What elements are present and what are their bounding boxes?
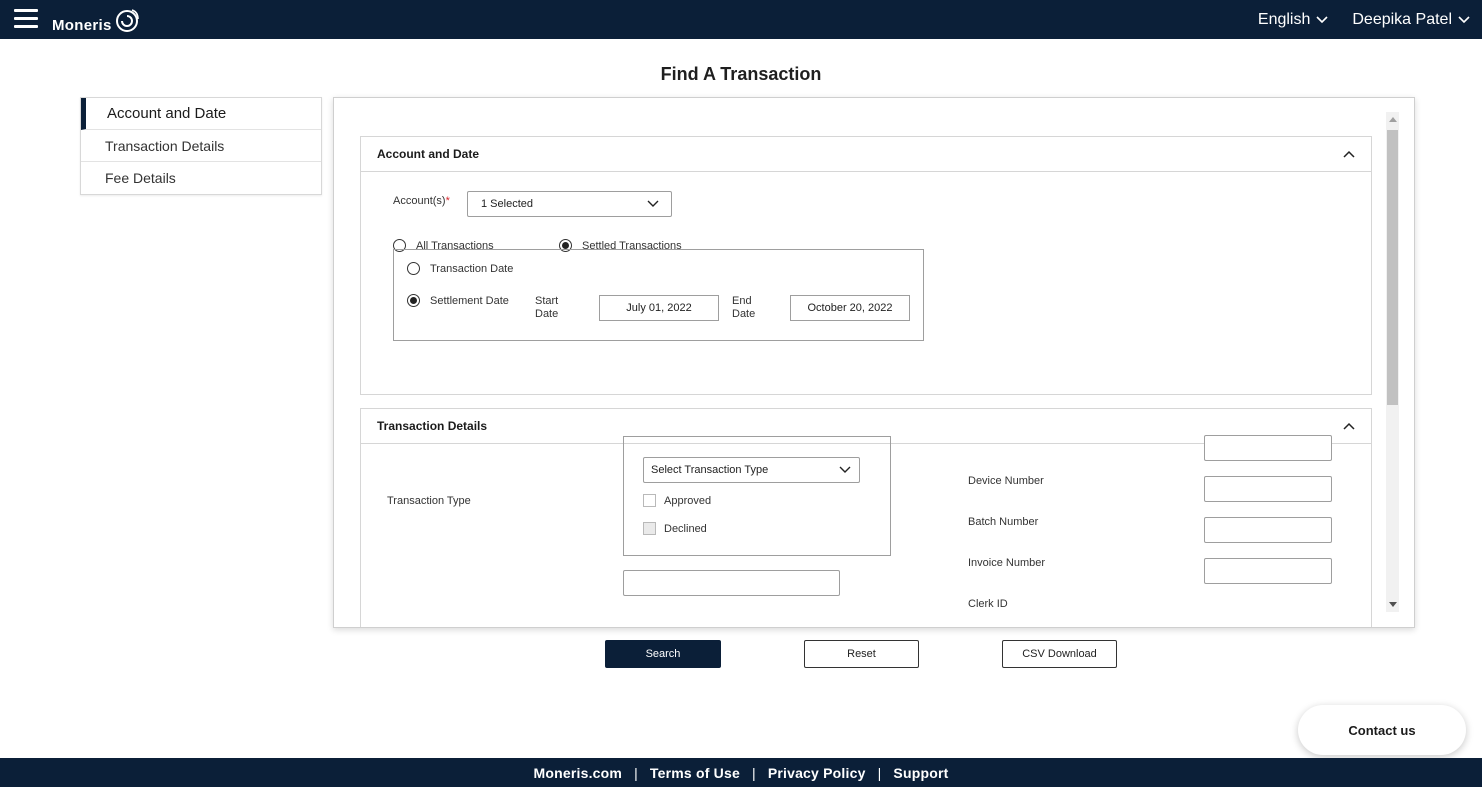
transaction-type-box: Select Transaction Type Approved Decline… <box>623 436 891 556</box>
batch-number-input[interactable] <box>1204 476 1332 502</box>
chevron-down-icon <box>839 466 851 473</box>
batch-number-label: Batch Number <box>968 516 1039 528</box>
chevron-down-icon <box>1458 15 1470 23</box>
checkbox-approved[interactable]: Approved <box>643 494 711 507</box>
page-title: Find A Transaction <box>660 64 822 84</box>
chevron-up-icon[interactable] <box>1343 150 1355 158</box>
accounts-select-value: 1 Selected <box>481 198 533 210</box>
device-number-input[interactable] <box>1204 435 1332 461</box>
radio-transaction-date[interactable]: Transaction Date <box>407 262 513 275</box>
radio-label: Transaction Date <box>430 262 514 275</box>
section-nav: Account and Date Transaction Details Fee… <box>80 97 322 195</box>
radio-label: Settlement Date <box>430 294 509 307</box>
scroll-thumb[interactable] <box>1387 130 1398 405</box>
logo-swirl-icon <box>115 9 139 32</box>
account-and-date-section: Account and Date Account(s)* 1 Selected … <box>360 136 1372 395</box>
footer: Moneris.com | Terms of Use | Privacy Pol… <box>0 758 1482 787</box>
card-type-select[interactable] <box>623 570 840 596</box>
checkbox-declined[interactable]: Declined <box>643 522 707 535</box>
reset-button[interactable]: Reset <box>804 640 919 668</box>
menu-icon[interactable] <box>14 9 38 29</box>
scroll-up-icon[interactable] <box>1389 117 1397 122</box>
transaction-type-select[interactable]: Select Transaction Type <box>643 457 860 483</box>
sidebar-item-account-and-date[interactable]: Account and Date <box>81 98 321 130</box>
transaction-type-placeholder: Select Transaction Type <box>651 464 769 476</box>
checkbox[interactable] <box>643 522 656 535</box>
invoice-number-label: Invoice Number <box>968 557 1046 569</box>
radio-settlement-date[interactable]: Settlement Date <box>407 294 509 307</box>
csv-download-button[interactable]: CSV Download <box>1002 640 1117 668</box>
header-menus: English Deepika Patel <box>1258 0 1470 39</box>
radio-button[interactable] <box>407 294 420 307</box>
section-title: Transaction Details <box>377 419 488 433</box>
user-menu[interactable]: Deepika Patel <box>1352 11 1470 29</box>
checkbox-label: Declined <box>664 522 707 535</box>
footer-separator: | <box>751 764 756 781</box>
chevron-down-icon <box>1316 15 1328 23</box>
chevron-up-icon[interactable] <box>1343 422 1355 430</box>
sidebar-item-transaction-details[interactable]: Transaction Details <box>81 130 321 162</box>
search-form-panel: Account and Date Account(s)* 1 Selected … <box>333 97 1415 628</box>
section-title: Account and Date <box>377 147 480 161</box>
end-date-input[interactable]: October 20, 2022 <box>790 295 910 321</box>
footer-link-privacy[interactable]: Privacy Policy <box>768 765 866 781</box>
clerk-id-input[interactable] <box>1204 558 1332 584</box>
invoice-number-input[interactable] <box>1204 517 1332 543</box>
accounts-label: Account(s)* <box>393 195 450 207</box>
accounts-select[interactable]: 1 Selected <box>467 191 672 217</box>
sidebar-item-fee-details[interactable]: Fee Details <box>81 162 321 194</box>
checkbox-label: Approved <box>664 494 712 507</box>
end-date-label: End Date <box>732 295 756 320</box>
start-date-label: Start Date <box>535 295 559 320</box>
radio-button[interactable] <box>407 262 420 275</box>
footer-link-support[interactable]: Support <box>893 765 948 781</box>
contact-us-button[interactable]: Contact us <box>1298 705 1466 755</box>
transaction-details-section: Transaction Details Transaction Type Sel… <box>360 408 1372 627</box>
language-selector[interactable]: English <box>1258 11 1328 29</box>
required-mark: * <box>445 195 450 207</box>
chevron-down-icon <box>647 200 659 207</box>
footer-link-terms[interactable]: Terms of Use <box>650 765 740 781</box>
account-and-date-header[interactable]: Account and Date <box>361 137 1371 172</box>
device-number-label: Device Number <box>968 475 1044 487</box>
panel-scrollbar[interactable] <box>1386 112 1399 612</box>
language-label: English <box>1257 10 1311 28</box>
start-date-input[interactable]: July 01, 2022 <box>599 295 719 321</box>
footer-separator: | <box>877 764 882 781</box>
search-button[interactable]: Search <box>605 640 721 668</box>
clerk-id-label: Clerk ID <box>968 598 1008 610</box>
transaction-type-label: Transaction Type <box>387 495 471 507</box>
footer-separator: | <box>634 764 638 781</box>
logo-text: Moneris <box>52 17 112 34</box>
moneris-logo[interactable]: Moneris <box>52 8 143 34</box>
checkbox[interactable] <box>643 494 656 507</box>
scroll-down-icon[interactable] <box>1389 602 1397 607</box>
top-bar: Moneris English Deepika Patel <box>0 0 1482 39</box>
footer-link-moneris[interactable]: Moneris.com <box>534 765 623 781</box>
date-range-box: Transaction Date Settlement Date Start D… <box>393 249 924 341</box>
user-name: Deepika Patel <box>1352 10 1452 28</box>
